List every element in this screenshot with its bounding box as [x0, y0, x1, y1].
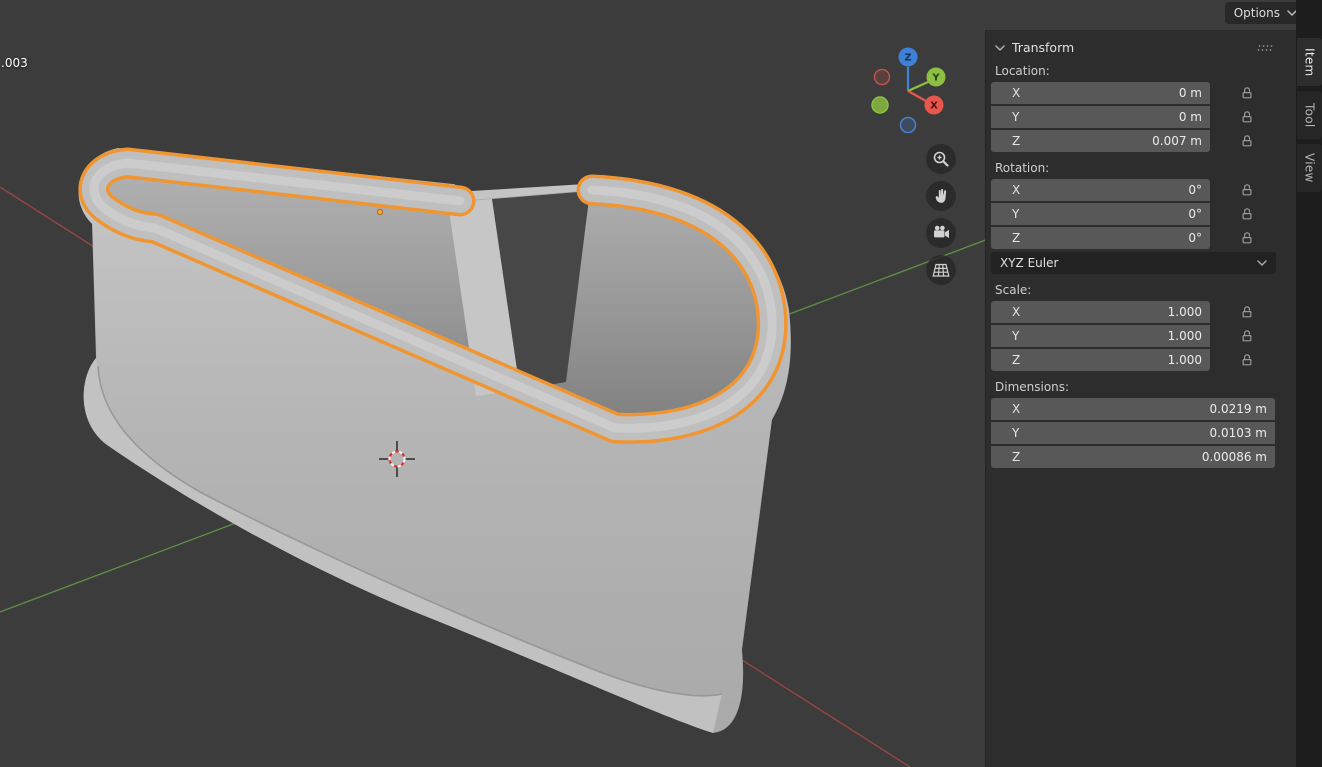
padlock-open-icon[interactable]: [1236, 179, 1258, 201]
padlock-open-icon[interactable]: [1236, 203, 1258, 225]
field-value: 0°: [1188, 183, 1202, 197]
location-label: Location:: [995, 64, 1275, 78]
scale-label: Scale:: [995, 283, 1275, 297]
axis-label: X: [1012, 183, 1026, 197]
padlock-open-icon[interactable]: [1236, 301, 1258, 323]
field-value: 1.000: [1168, 329, 1202, 343]
scale-z-field[interactable]: Z 1.000: [991, 349, 1210, 371]
axis-label: Y: [1012, 207, 1026, 221]
table-row: Z 0.007 m: [991, 130, 1275, 152]
dimensions-z-field[interactable]: Z 0.00086 m: [991, 446, 1275, 468]
axis-label: Y: [1012, 329, 1026, 343]
field-value: 1.000: [1168, 353, 1202, 367]
field-value: 0.0219 m: [1210, 402, 1268, 416]
gizmo-x-label: X: [930, 101, 938, 112]
scale-x-field[interactable]: X 1.000: [991, 301, 1210, 323]
rotation-label: Rotation:: [995, 161, 1275, 175]
table-row: X 0 m: [991, 82, 1275, 104]
axis-label: X: [1012, 86, 1026, 100]
tab-tool[interactable]: Tool: [1297, 91, 1322, 139]
gizmo-z-label: Z: [904, 53, 911, 64]
field-value: 0°: [1188, 207, 1202, 221]
active-object-name: .003: [1, 56, 28, 70]
gizmo-x-ball[interactable]: X: [925, 96, 944, 115]
options-button[interactable]: Options: [1225, 2, 1306, 24]
panel-title: Transform: [1012, 40, 1074, 55]
location-z-field[interactable]: Z 0.007 m: [991, 130, 1210, 152]
table-row: Y 0°: [991, 203, 1275, 225]
padlock-open-icon[interactable]: [1236, 82, 1258, 104]
dimensions-rows: X 0.0219 m Y 0.0103 m Z 0.00086 m: [991, 398, 1275, 468]
field-value: 0.00086 m: [1202, 450, 1267, 464]
field-value: 0 m: [1179, 86, 1202, 100]
location-x-field[interactable]: X 0 m: [991, 82, 1210, 104]
transform-panel-header[interactable]: Transform: [995, 40, 1275, 55]
options-button-label: Options: [1234, 6, 1280, 20]
chevron-down-icon: [1257, 260, 1267, 266]
location-rows: X 0 m Y 0 m Z 0.007 m: [991, 82, 1275, 152]
rotation-rows: X 0° Y 0° Z 0°: [991, 179, 1275, 249]
rotation-mode-value: XYZ Euler: [1000, 256, 1058, 270]
zoom-icon[interactable]: [926, 144, 956, 174]
tab-view[interactable]: View: [1297, 144, 1322, 192]
table-row: Z 0.00086 m: [991, 446, 1275, 468]
n-panel: Transform Location: X 0 m Y 0 m Z 0.007 …: [985, 30, 1296, 767]
nav-gizmo[interactable]: Z Y X: [872, 48, 946, 133]
gizmo-neg-x-ball[interactable]: [875, 70, 890, 85]
table-row: Y 0.0103 m: [991, 422, 1275, 444]
gizmo-z-ball[interactable]: Z: [899, 48, 918, 67]
field-value: 0°: [1188, 231, 1202, 245]
location-y-field[interactable]: Y 0 m: [991, 106, 1210, 128]
axis-label: Z: [1012, 134, 1026, 148]
axis-label: Z: [1012, 231, 1026, 245]
rotation-z-field[interactable]: Z 0°: [991, 227, 1210, 249]
scale-rows: X 1.000 Y 1.000 Z 1.000: [991, 301, 1275, 371]
table-row: Y 1.000: [991, 325, 1275, 347]
table-row: X 1.000: [991, 301, 1275, 323]
object-origin-dot: [377, 209, 382, 214]
field-value: 1.000: [1168, 305, 1202, 319]
rotation-y-field[interactable]: Y 0°: [991, 203, 1210, 225]
padlock-open-icon[interactable]: [1236, 325, 1258, 347]
drag-handle-icon[interactable]: [1257, 44, 1273, 52]
dimensions-y-field[interactable]: Y 0.0103 m: [991, 422, 1275, 444]
rotation-mode-dropdown[interactable]: XYZ Euler: [991, 252, 1276, 274]
table-row: Y 0 m: [991, 106, 1275, 128]
axis-label: Z: [1012, 353, 1026, 367]
viewport-tools[interactable]: [926, 144, 956, 285]
padlock-open-icon[interactable]: [1236, 106, 1258, 128]
mesh-object[interactable]: [78, 120, 790, 733]
table-row: X 0°: [991, 179, 1275, 201]
axis-label: Y: [1012, 426, 1026, 440]
table-row: X 0.0219 m: [991, 398, 1275, 420]
pan-hand-icon[interactable]: [926, 181, 956, 211]
table-row: Z 1.000: [991, 349, 1275, 371]
padlock-open-icon[interactable]: [1236, 130, 1258, 152]
scale-y-field[interactable]: Y 1.000: [991, 325, 1210, 347]
rotation-x-field[interactable]: X 0°: [991, 179, 1210, 201]
axis-label: Y: [1012, 110, 1026, 124]
axis-label: X: [1012, 305, 1026, 319]
field-value: 0.007 m: [1152, 134, 1202, 148]
padlock-open-icon[interactable]: [1236, 349, 1258, 371]
table-row: Z 0°: [991, 227, 1275, 249]
axis-label: Z: [1012, 450, 1026, 464]
gizmo-neg-z-ball[interactable]: [901, 118, 916, 133]
dimensions-x-field[interactable]: X 0.0219 m: [991, 398, 1275, 420]
sidebar-tab-strip: Item Tool View: [1296, 0, 1322, 767]
orthographic-grid-icon[interactable]: [926, 255, 956, 285]
gizmo-neg-y-ball[interactable]: [872, 97, 888, 113]
field-value: 0.0103 m: [1210, 426, 1268, 440]
chevron-down-icon: [995, 45, 1005, 51]
padlock-open-icon[interactable]: [1236, 227, 1258, 249]
dimensions-label: Dimensions:: [995, 380, 1275, 394]
field-value: 0 m: [1179, 110, 1202, 124]
camera-view-icon[interactable]: [926, 218, 956, 248]
gizmo-y-ball[interactable]: Y: [927, 68, 946, 87]
tab-item[interactable]: Item: [1297, 38, 1322, 86]
gizmo-y-label: Y: [931, 73, 940, 84]
axis-label: X: [1012, 402, 1026, 416]
